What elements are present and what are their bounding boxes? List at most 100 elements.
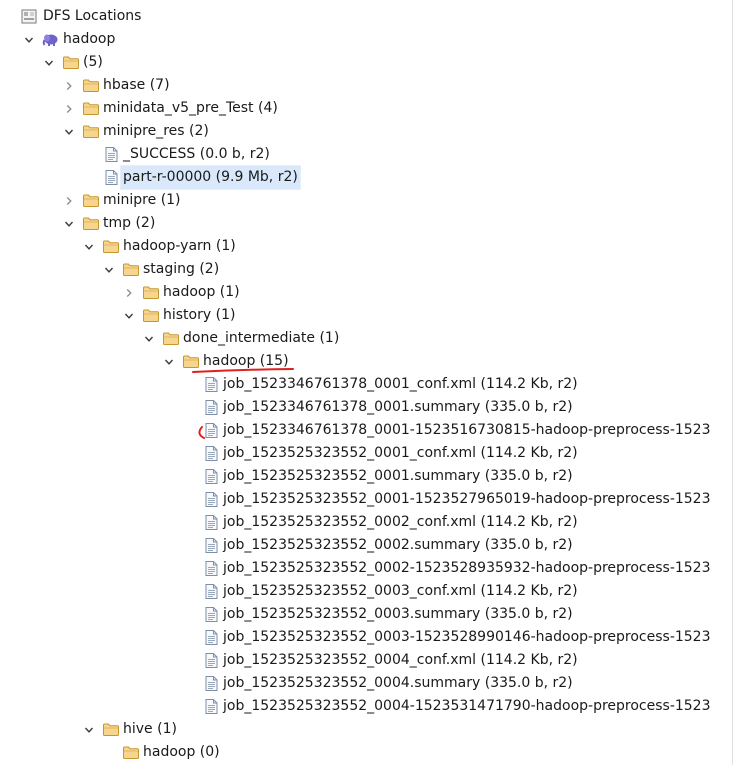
file-icon <box>202 672 220 695</box>
tree-node-label: hadoop <box>63 31 116 47</box>
tree-node-label: hadoop (15) <box>203 353 289 369</box>
tree-node-label: job_1523525323552_0004_conf.xml (114.2 K… <box>223 652 578 668</box>
file-icon <box>202 465 220 488</box>
chevron-down-icon[interactable] <box>82 235 96 258</box>
tree-node-di-hadoop[interactable]: hadoop (15) <box>0 350 733 373</box>
folder-icon <box>82 189 100 212</box>
tree-node-label: job_1523525323552_0003-1523528990146-had… <box>223 629 711 645</box>
chevron-down-icon[interactable] <box>22 28 36 51</box>
chevron-down-icon[interactable] <box>142 327 156 350</box>
tree-node-f6[interactable]: job_1523525323552_0001-1523527965019-had… <box>0 488 733 511</box>
chevron-down-icon[interactable] <box>162 350 176 373</box>
tree-node-f2[interactable]: job_1523346761378_0001.summary (335.0 b,… <box>0 396 733 419</box>
tree-node-f5[interactable]: job_1523525323552_0001.summary (335.0 b,… <box>0 465 733 488</box>
chevron-down-icon[interactable] <box>62 212 76 235</box>
folder-icon <box>102 235 120 258</box>
file-icon <box>202 580 220 603</box>
tree-node-label: minipre_res (2) <box>103 123 209 139</box>
tree-node-f3[interactable]: job_1523346761378_0001-1523516730815-had… <box>0 419 733 442</box>
tree-node-label: hadoop (1) <box>163 284 240 300</box>
tree-node-f9[interactable]: job_1523525323552_0002-1523528935932-had… <box>0 557 733 580</box>
file-icon <box>202 373 220 396</box>
tree-node-hadoop-root[interactable]: hadoop <box>0 28 733 51</box>
chevron-down-icon[interactable] <box>42 51 56 74</box>
tree-node-f7[interactable]: job_1523525323552_0002_conf.xml (114.2 K… <box>0 511 733 534</box>
file-icon <box>202 603 220 626</box>
chevron-right-icon[interactable] <box>62 97 76 120</box>
tree-node-f15[interactable]: job_1523525323552_0004-1523531471790-had… <box>0 695 733 718</box>
tree-node-f14[interactable]: job_1523525323552_0004.summary (335.0 b,… <box>0 672 733 695</box>
tree-node-minipre-res[interactable]: minipre_res (2) <box>0 120 733 143</box>
file-icon <box>202 626 220 649</box>
folder-icon <box>122 258 140 281</box>
tree-node-f11[interactable]: job_1523525323552_0003.summary (335.0 b,… <box>0 603 733 626</box>
tree-node-label: (5) <box>83 54 103 70</box>
chevron-down-icon[interactable] <box>122 304 136 327</box>
tree-node-hive[interactable]: hive (1) <box>0 718 733 741</box>
tree-node-hbase[interactable]: hbase (7) <box>0 74 733 97</box>
tree-node-label: done_intermediate (1) <box>183 330 340 346</box>
tree-node-success[interactable]: _SUCCESS (0.0 b, r2) <box>0 143 733 166</box>
folder-icon <box>82 212 100 235</box>
folder-icon <box>62 51 80 74</box>
tree-node-label: staging (2) <box>143 261 220 277</box>
tree-node-label: minipre (1) <box>103 192 181 208</box>
tree-node-tmp[interactable]: tmp (2) <box>0 212 733 235</box>
file-icon <box>202 488 220 511</box>
tree-node-label: hadoop-yarn (1) <box>123 238 236 254</box>
tree-node-label: job_1523525323552_0001_conf.xml (114.2 K… <box>223 445 578 461</box>
tree-node-f12[interactable]: job_1523525323552_0003-1523528990146-had… <box>0 626 733 649</box>
tree-node-label: job_1523525323552_0004.summary (335.0 b,… <box>223 675 573 691</box>
tree-node-done-intermediate[interactable]: done_intermediate (1) <box>0 327 733 350</box>
file-icon <box>202 442 220 465</box>
tree-node-staging[interactable]: staging (2) <box>0 258 733 281</box>
chevron-down-icon[interactable] <box>102 258 116 281</box>
tree-node-label: DFS Locations <box>43 8 142 24</box>
tree-node-label: part-r-00000 (9.9 Mb, r2) <box>120 165 301 190</box>
folder-icon <box>162 327 180 350</box>
tree-node-label: job_1523346761378_0001_conf.xml (114.2 K… <box>223 376 578 392</box>
tree-node-label: history (1) <box>163 307 236 323</box>
tree-node-label: tmp (2) <box>103 215 156 231</box>
dfs-locations-icon <box>20 5 38 28</box>
tree-node-staging-hadoop[interactable]: hadoop (1) <box>0 281 733 304</box>
tree-node-hadoop-yarn[interactable]: hadoop-yarn (1) <box>0 235 733 258</box>
tree-node-label: minidata_v5_pre_Test (4) <box>103 100 278 116</box>
tree-node-label: job_1523525323552_0002.summary (335.0 b,… <box>223 537 573 553</box>
tree-node-f13[interactable]: job_1523525323552_0004_conf.xml (114.2 K… <box>0 649 733 672</box>
tree-node-label: job_1523525323552_0002_conf.xml (114.2 K… <box>223 514 578 530</box>
tree-node-minipre[interactable]: minipre (1) <box>0 189 733 212</box>
tree-node-part-r[interactable]: part-r-00000 (9.9 Mb, r2) <box>0 165 733 190</box>
chevron-right-icon[interactable] <box>62 189 76 212</box>
tree-node-label: job_1523525323552_0002-1523528935932-had… <box>223 560 711 576</box>
chevron-right-icon[interactable] <box>122 281 136 304</box>
tree-node-f4[interactable]: job_1523525323552_0001_conf.xml (114.2 K… <box>0 442 733 465</box>
tree-node-dfs-locations[interactable]: DFS Locations <box>0 5 733 28</box>
file-icon <box>202 396 220 419</box>
tree-node-label: job_1523525323552_0004-1523531471790-had… <box>223 698 711 714</box>
tree-node-f1[interactable]: job_1523346761378_0001_conf.xml (114.2 K… <box>0 373 733 396</box>
folder-icon <box>142 281 160 304</box>
folder-icon <box>102 718 120 741</box>
folder-icon <box>82 120 100 143</box>
dfs-tree[interactable]: DFS Locations hadoop (5) hbase (7) minidata_… <box>0 5 733 764</box>
tree-node-label: job_1523525323552_0001.summary (335.0 b,… <box>223 468 573 484</box>
tree-node-hive-hadoop[interactable]: hadoop (0) <box>0 741 733 764</box>
tree-node-label: job_1523346761378_0001.summary (335.0 b,… <box>223 399 573 415</box>
tree-node-f10[interactable]: job_1523525323552_0003_conf.xml (114.2 K… <box>0 580 733 603</box>
folder-icon <box>142 304 160 327</box>
tree-node-f8[interactable]: job_1523525323552_0002.summary (335.0 b,… <box>0 534 733 557</box>
tree-node-root-folder[interactable]: (5) <box>0 51 733 74</box>
tree-node-label: hadoop (0) <box>143 744 220 760</box>
chevron-down-icon[interactable] <box>62 120 76 143</box>
tree-node-history[interactable]: history (1) <box>0 304 733 327</box>
chevron-right-icon[interactable] <box>62 74 76 97</box>
chevron-down-icon[interactable] <box>82 718 96 741</box>
tree-node-minidata[interactable]: minidata_v5_pre_Test (4) <box>0 97 733 120</box>
file-icon <box>202 557 220 580</box>
file-icon <box>202 419 220 442</box>
tree-node-label: job_1523346761378_0001-1523516730815-had… <box>223 422 711 438</box>
tree-node-label: job_1523525323552_0001-1523527965019-had… <box>223 491 711 507</box>
folder-icon <box>82 97 100 120</box>
file-icon <box>202 511 220 534</box>
